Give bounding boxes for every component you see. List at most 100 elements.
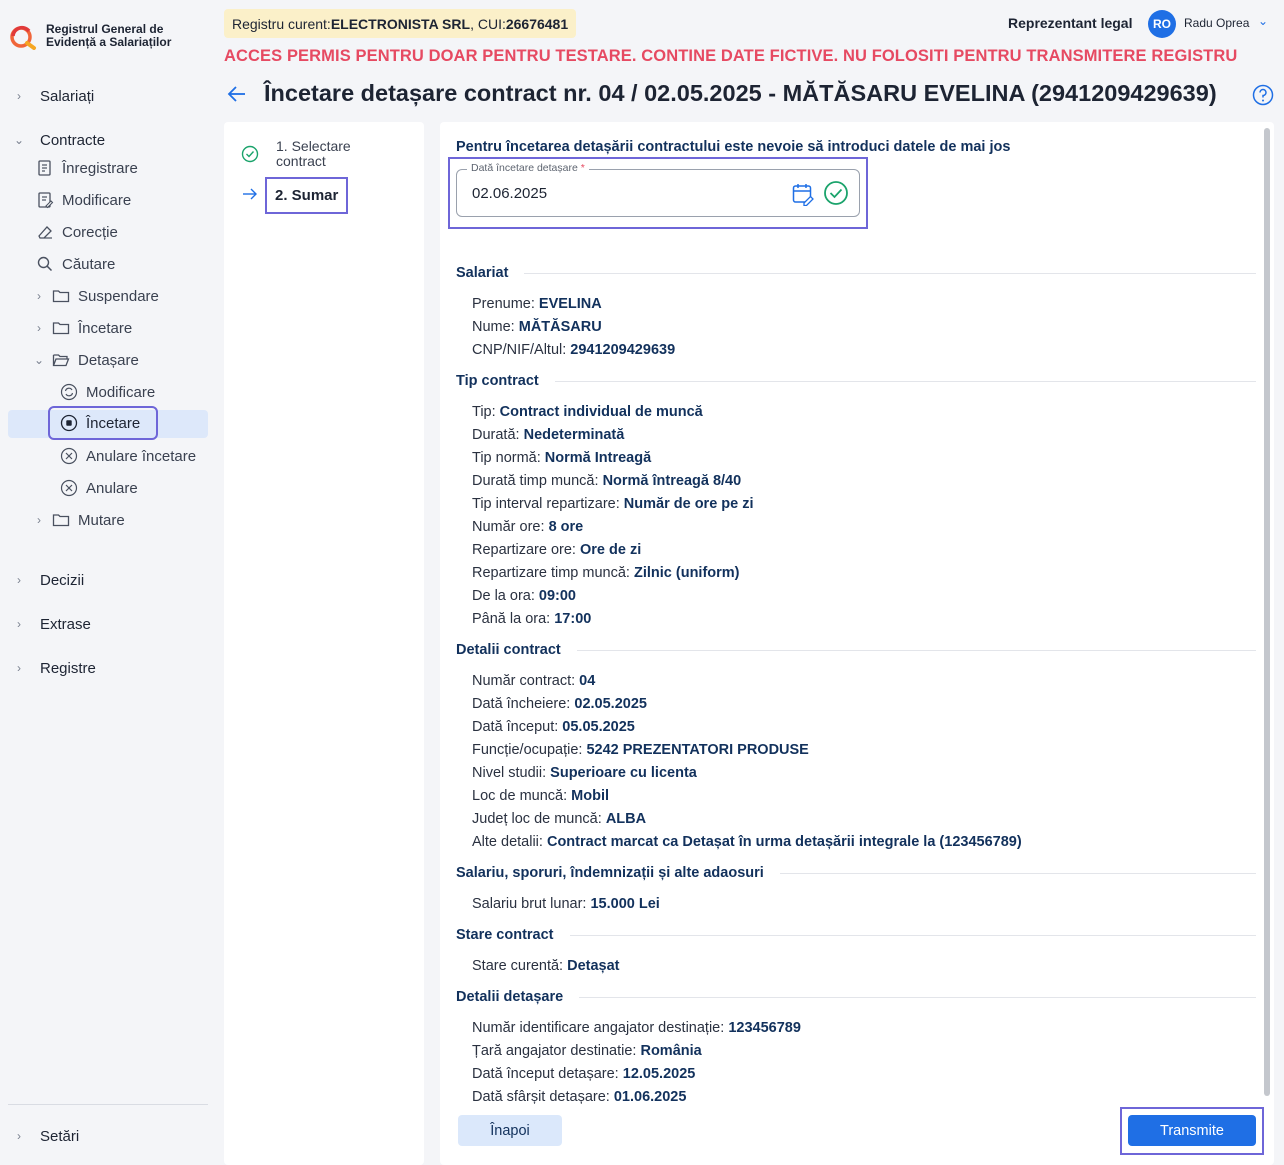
end-date-value[interactable]: 02.06.2025 xyxy=(472,185,547,202)
sidebar-item-label: Înregistrare xyxy=(62,159,138,177)
field-label: Număr contract: xyxy=(472,673,580,689)
help-icon[interactable] xyxy=(1252,84,1274,106)
field-value: România xyxy=(640,1043,702,1059)
back-arrow-icon[interactable] xyxy=(226,83,248,105)
sidebar-item-detasare-anulare[interactable]: Anulare xyxy=(60,474,208,502)
field-value: 8 ore xyxy=(548,519,584,535)
row-tip-norma: Tip normă: Normă Intreagă xyxy=(472,450,651,466)
logo-icon xyxy=(10,25,36,50)
chevron-down-icon: ⌄ xyxy=(33,353,45,367)
field-value: Contract marcat ca Detașat în urma detaș… xyxy=(546,834,1022,850)
calendar-edit-icon[interactable] xyxy=(791,182,815,206)
field-label: Durată: xyxy=(472,427,524,443)
row-de-la-ora: De la ora: 09:00 xyxy=(472,588,576,604)
field-label: Tip normă: xyxy=(472,450,545,466)
row-stare-curenta: Stare curentă: Detașat xyxy=(472,958,620,974)
submit-button[interactable]: Transmite xyxy=(1128,1115,1256,1146)
row-data-inceput-detasare: Dată început detașare: 12.05.2025 xyxy=(472,1066,695,1082)
sidebar-item-mutare[interactable]: › Mutare xyxy=(32,506,208,534)
row-judet: Județ loc de muncă: ALBA xyxy=(472,811,646,827)
user-name[interactable]: Radu Oprea xyxy=(1184,16,1249,30)
field-value: Contract individual de muncă xyxy=(499,404,703,420)
document-edit-icon xyxy=(38,192,54,209)
field-value: 04 xyxy=(579,673,596,689)
field-label: Durată timp muncă: xyxy=(472,473,603,489)
section-salariu: Salariu, sporuri, îndemnizații și alte a… xyxy=(456,865,1256,881)
eraser-icon xyxy=(38,226,52,239)
wizard-stepper: 1. Selectare contract 2. Sumar xyxy=(224,122,424,1165)
field-value: EVELINA xyxy=(538,296,602,312)
field-label: De la ora: xyxy=(472,588,539,604)
field-label: Dată început: xyxy=(472,719,563,735)
row-pana-la-ora: Până la ora: 17:00 xyxy=(472,611,591,627)
sidebar-item-contracte[interactable]: ⌄ Contracte xyxy=(8,126,208,154)
avatar[interactable]: RO xyxy=(1148,10,1176,38)
step-select-contract[interactable]: 1. Selectare contract xyxy=(276,139,396,169)
field-label: Salariu brut lunar: xyxy=(472,896,591,912)
registry-cui-prefix: , CUI: xyxy=(470,15,506,32)
end-date-field[interactable]: Dată încetare detașare * 02.06.2025 xyxy=(456,162,860,217)
sidebar-item-detasare-anulare-incetare[interactable]: Anulare încetare xyxy=(60,442,208,470)
submit-button-wrapper: Transmite xyxy=(1120,1107,1264,1155)
sidebar-item-suspendare[interactable]: › Suspendare xyxy=(32,282,208,310)
app-logo[interactable]: Registrul General de Evidență a Salariaț… xyxy=(10,22,171,50)
end-date-field-wrapper: Dată încetare detașare * 02.06.2025 xyxy=(448,157,868,229)
sidebar-item-detasare-incetare[interactable]: Încetare xyxy=(48,406,158,440)
sidebar-item-detasare[interactable]: ⌄ Detașare xyxy=(32,346,208,374)
sidebar-item-modificare[interactable]: Modificare xyxy=(36,186,208,214)
row-numar-contract: Număr contract: 04 xyxy=(472,673,595,689)
sidebar-item-corectie[interactable]: Corecție xyxy=(36,218,208,246)
arrow-right-icon xyxy=(243,188,257,200)
sidebar-item-decizii[interactable]: › Decizii xyxy=(8,566,208,594)
sidebar-item-label: Decizii xyxy=(40,571,85,589)
field-value: 5242 PREZENTATORI PRODUSE xyxy=(586,742,809,758)
field-label: Dată sfârșit detașare: xyxy=(472,1089,614,1105)
row-durata: Durată: Nedeterminată xyxy=(472,427,624,443)
sidebar: Registrul General de Evidență a Salariaț… xyxy=(0,0,216,1165)
sidebar-item-label: Încetare xyxy=(78,319,133,337)
sidebar-item-registre[interactable]: › Registre xyxy=(8,654,208,682)
logo-line-2: Evidență a Salariaților xyxy=(46,35,172,49)
field-label: Până la ora: xyxy=(472,611,555,627)
chevron-down-icon[interactable]: ⌄ xyxy=(1258,14,1268,28)
sidebar-item-setari[interactable]: › Setări xyxy=(8,1122,208,1150)
check-circle-icon xyxy=(824,181,848,205)
row-tip-interval: Tip interval repartizare: Număr de ore p… xyxy=(472,496,754,512)
chevron-right-icon: › xyxy=(17,89,21,103)
sync-circle-icon xyxy=(60,383,78,401)
step-summary[interactable]: 2. Sumar xyxy=(264,177,349,214)
section-title: Detalii contract xyxy=(456,642,561,658)
sidebar-item-label: Anulare încetare xyxy=(86,447,197,465)
field-label: Nivel studii: xyxy=(472,765,551,781)
section-tip-contract: Tip contract xyxy=(456,373,1256,389)
section-salariat: Salariat xyxy=(456,265,1256,281)
sidebar-item-label: Registre xyxy=(40,659,96,677)
sidebar-item-salariati[interactable]: › Salariați xyxy=(8,82,208,110)
field-label: Tip interval repartizare: xyxy=(472,496,624,512)
row-repartizare-ore: Repartizare ore: Ore de zi xyxy=(472,542,641,558)
end-date-label: Dată încetare detașare xyxy=(471,162,578,174)
field-value: Mobil xyxy=(571,788,610,804)
sidebar-item-extrase[interactable]: › Extrase xyxy=(8,610,208,638)
sidebar-item-label: Corecție xyxy=(62,223,118,241)
cancel-circle-icon xyxy=(60,479,78,497)
field-value: 09:00 xyxy=(538,588,576,604)
row-data-inceput: Dată început: 05.05.2025 xyxy=(472,719,635,735)
sidebar-item-incetare[interactable]: › Încetare xyxy=(32,314,208,342)
field-value: Normă Intreagă xyxy=(544,450,652,466)
sidebar-item-cautare[interactable]: Căutare xyxy=(36,250,208,278)
field-label: Repartizare ore: xyxy=(472,542,580,558)
section-title: Stare contract xyxy=(456,927,554,943)
section-title: Salariu, sporuri, îndemnizații și alte a… xyxy=(456,865,764,881)
back-button[interactable]: Înapoi xyxy=(458,1115,562,1146)
section-title: Tip contract xyxy=(456,373,539,389)
scrollbar[interactable] xyxy=(1264,128,1270,1096)
field-value: Ore de zi xyxy=(580,542,642,558)
field-label: Stare curentă: xyxy=(472,958,568,974)
sidebar-item-inregistrare[interactable]: Înregistrare xyxy=(36,154,208,182)
sidebar-divider xyxy=(8,1104,208,1105)
sidebar-item-detasare-modificare[interactable]: Modificare xyxy=(60,378,208,406)
field-label: Repartizare timp muncă: xyxy=(472,565,634,581)
chevron-right-icon: › xyxy=(37,513,41,527)
chevron-right-icon: › xyxy=(17,661,21,675)
